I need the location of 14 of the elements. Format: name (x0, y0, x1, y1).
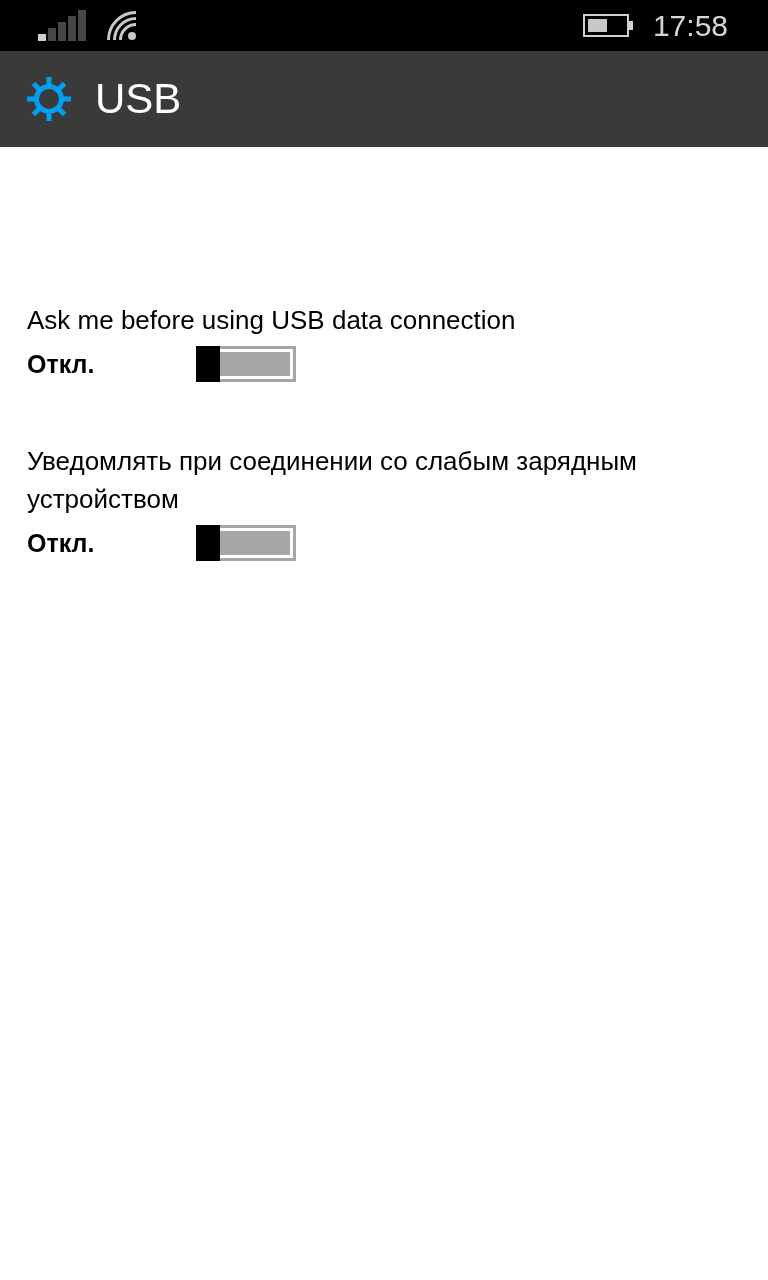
setting-label: Уведомлять при соединении со слабым зарядным устройством (27, 445, 638, 516)
clock-time: 17:58 (652, 10, 728, 41)
setting-label: Ask me before using USB data connection (27, 304, 517, 337)
toggle-switch[interactable] (196, 346, 296, 382)
toggle-thumb[interactable] (196, 525, 220, 561)
toggle-state-label: Откл. (27, 349, 96, 380)
settings-icon (27, 77, 71, 121)
wifi-icon (106, 10, 137, 41)
toggle-switch[interactable] (196, 525, 296, 561)
toggle-state-label: Откл. (27, 528, 96, 559)
toggle-thumb[interactable] (196, 346, 220, 382)
page-title: USB (95, 78, 182, 120)
signal-strength-icon (38, 10, 86, 41)
battery-icon (582, 14, 633, 37)
